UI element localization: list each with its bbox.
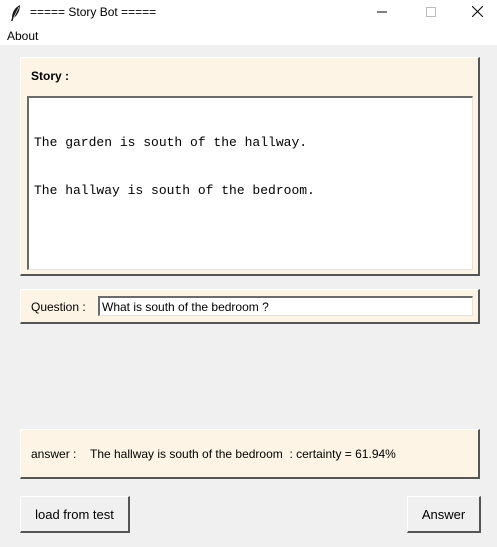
story-line: The garden is south of the hallway. (34, 135, 308, 150)
title-bar: ===== Story Bot ===== (0, 0, 497, 26)
story-textbox[interactable]: The garden is south of the hallway. The … (27, 96, 473, 270)
story-panel: Story : The garden is south of the hallw… (20, 57, 480, 276)
close-icon (471, 5, 483, 20)
load-from-test-button[interactable]: load from test (20, 496, 130, 533)
menu-bar: About (0, 26, 497, 45)
menu-item-about[interactable]: About (7, 29, 38, 43)
question-input[interactable] (98, 296, 473, 316)
answer-button[interactable]: Answer (407, 496, 481, 533)
maximize-button[interactable] (408, 0, 454, 26)
maximize-icon (426, 6, 436, 20)
story-label: Story : (31, 69, 70, 83)
feather-icon (8, 4, 24, 22)
close-button[interactable] (454, 0, 497, 26)
story-line: The hallway is south of the bedroom. (34, 183, 315, 198)
question-panel: Question : (20, 289, 480, 324)
minimize-icon (377, 6, 387, 20)
question-label: Question : (31, 300, 86, 314)
minimize-button[interactable] (359, 0, 405, 26)
window-title: ===== Story Bot ===== (30, 5, 157, 19)
answer-label: answer : (31, 447, 77, 461)
answer-value: The hallway is south of the bedroom : ce… (90, 447, 396, 461)
answer-panel: answer : The hallway is south of the bed… (20, 429, 480, 479)
